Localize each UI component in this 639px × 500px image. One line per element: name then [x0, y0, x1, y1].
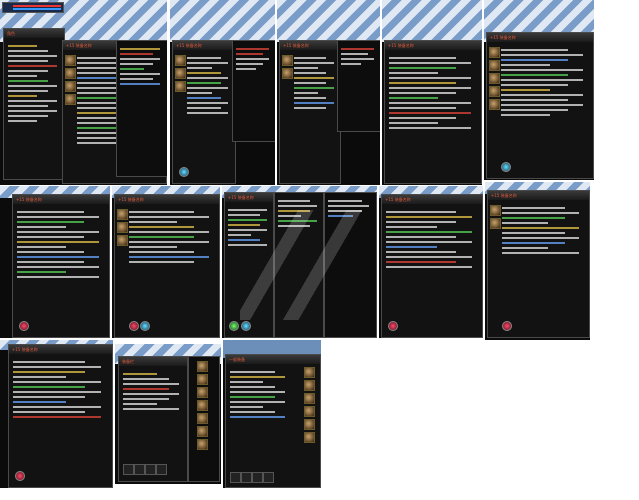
item-slot[interactable] — [156, 464, 167, 475]
item-icon — [65, 68, 76, 79]
item-icon — [117, 235, 128, 246]
tooltip-window: +15 装备名称 — [381, 194, 483, 338]
background-sky — [170, 0, 275, 42]
hp-bar — [2, 2, 64, 13]
gem-icon — [19, 321, 29, 331]
item-slot-grid[interactable] — [123, 464, 167, 475]
gem-icon — [129, 321, 139, 331]
gem-icon — [501, 162, 511, 172]
item-icon — [117, 209, 128, 220]
item-icon — [489, 60, 500, 71]
item-icon — [175, 68, 186, 79]
screenshot-6: +15 装备名称 — [0, 186, 110, 338]
item-icon — [117, 222, 128, 233]
tooltip-title: +15 装备名称 — [115, 195, 219, 204]
equip-slot-icon[interactable] — [304, 380, 315, 391]
item-slot[interactable] — [134, 464, 145, 475]
equip-slot-icon[interactable] — [304, 406, 315, 417]
item-icon — [489, 47, 500, 58]
screenshot-7: +15 装备名称 — [112, 186, 220, 338]
screenshot-9: +15 装备名称 — [379, 186, 483, 338]
equip-slot-icon[interactable] — [197, 374, 208, 385]
background-sky — [382, 0, 482, 42]
compare-window — [116, 40, 167, 177]
screenshot-11: +15 装备名称 — [0, 340, 113, 488]
character-window[interactable]: 角色 — [3, 28, 65, 180]
tooltip-window: +15 装备名称 — [12, 194, 110, 338]
item-icon — [489, 86, 500, 97]
screenshot-1: 角色 +15 装备名称 — [0, 0, 167, 185]
gem-icon — [179, 167, 189, 177]
item-slot[interactable] — [263, 472, 274, 483]
item-icon — [282, 55, 293, 66]
screenshot-2: +15 装备名称 — [170, 0, 275, 185]
tooltip-title: +15 装备名称 — [13, 195, 109, 204]
item-slot[interactable] — [145, 464, 156, 475]
equipment-slots[interactable] — [188, 356, 220, 482]
screenshot-4: +15 装备名称 — [382, 0, 482, 185]
item-icon — [175, 81, 186, 92]
equip-slot-icon[interactable] — [197, 413, 208, 424]
item-icon — [490, 205, 501, 216]
tooltip-window: +15 装备名称 — [384, 40, 482, 184]
gem-icon — [502, 321, 512, 331]
gem-icon — [388, 321, 398, 331]
inventory-title: 装备栏 — [119, 357, 187, 366]
item-icon — [175, 55, 186, 66]
tooltip-title: +15 装备名称 — [382, 195, 482, 204]
tooltip-title: +15 装备名称 — [225, 193, 273, 202]
gem-icon — [241, 321, 251, 331]
item-slot[interactable] — [230, 472, 241, 483]
item-icon — [65, 94, 76, 105]
tooltip-window: +15 装备名称 — [487, 190, 590, 338]
item-icon — [282, 68, 293, 79]
screenshot-5: +15 装备名称 — [484, 0, 594, 180]
equip-slot-icon[interactable] — [197, 387, 208, 398]
item-icon — [489, 99, 500, 110]
equip-slot-icon[interactable] — [304, 419, 315, 430]
compare-window — [232, 40, 275, 142]
tooltip-title: +15 装备名称 — [280, 41, 340, 50]
item-slot[interactable] — [241, 472, 252, 483]
compare-window — [337, 40, 380, 132]
tooltip-title: +15 装备名称 — [487, 33, 593, 42]
screenshot-10: +15 装备名称 — [485, 182, 590, 340]
equip-slot-icon[interactable] — [197, 361, 208, 372]
character-window[interactable]: 一般装备 — [225, 354, 321, 488]
character-window-title: 一般装备 — [226, 355, 320, 364]
character-window-title: 角色 — [4, 29, 64, 38]
item-slot[interactable] — [252, 472, 263, 483]
gem-icon — [15, 471, 25, 481]
watermark — [240, 210, 370, 320]
equip-slot-icon[interactable] — [197, 439, 208, 450]
tooltip-window: +15 装备名称 — [279, 40, 341, 184]
equip-slot-icon[interactable] — [197, 426, 208, 437]
equip-slot-icon[interactable] — [304, 393, 315, 404]
background-sky — [277, 0, 380, 42]
tooltip-window: +15 装备名称 — [8, 344, 113, 488]
item-slot[interactable] — [123, 464, 134, 475]
gem-icon — [140, 321, 150, 331]
screenshot-13: 一般装备 — [223, 340, 321, 488]
tooltip-window: +15 装备名称 — [114, 194, 220, 338]
screenshot-12: 装备栏 — [115, 344, 221, 484]
tooltip-window: +15 装备名称 — [486, 32, 594, 179]
gem-icon — [229, 321, 239, 331]
item-icon — [489, 73, 500, 84]
item-slot-grid[interactable] — [230, 472, 274, 483]
item-icon — [65, 55, 76, 66]
tooltip-title: +15 装备名称 — [488, 191, 589, 200]
item-icon — [490, 218, 501, 229]
item-icon — [65, 81, 76, 92]
equip-slot-icon[interactable] — [304, 367, 315, 378]
tooltip-window: +15 装备名称 — [172, 40, 236, 184]
tooltip-title: +15 装备名称 — [173, 41, 235, 50]
inventory-window[interactable]: 装备栏 — [118, 356, 188, 482]
tooltip-title: +15 装备名称 — [385, 41, 481, 50]
screenshot-3: +15 装备名称 — [277, 0, 380, 185]
equip-slot-icon[interactable] — [304, 432, 315, 443]
equip-slot-icon[interactable] — [197, 400, 208, 411]
tooltip-title: +15 装备名称 — [9, 345, 112, 354]
